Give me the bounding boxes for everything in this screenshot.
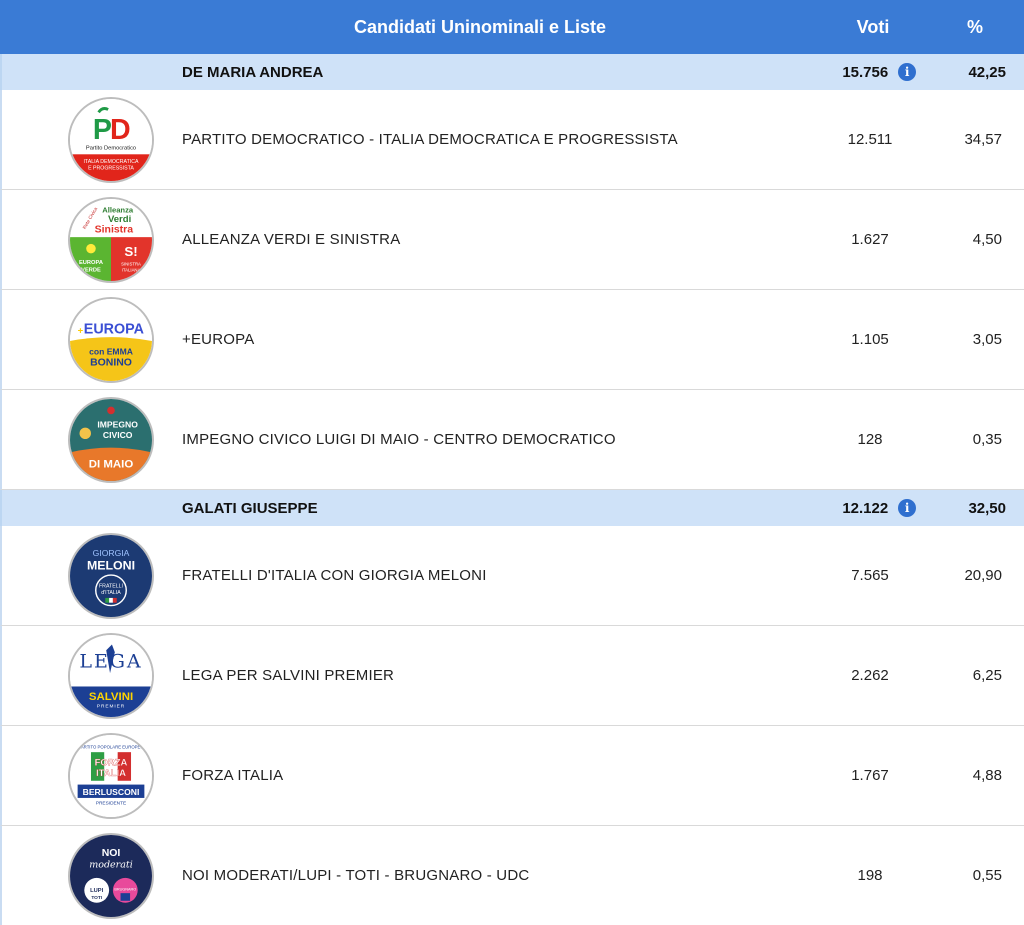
pd-logo-icon: P D Partito Democratico ITALIA DEMOCRATI… (68, 96, 154, 183)
list-percent: 0,35 (972, 431, 1002, 448)
list-percent: 0,55 (972, 867, 1002, 884)
svg-text:P: P (93, 114, 112, 146)
list-row: GIORGIA MELONI FRATELLI d'ITALIA FRATELL… (0, 526, 1024, 626)
list-name: FORZA ITALIA (182, 767, 284, 784)
list-row: NOI moderati LUPI TOTI BRUGNARO NOI MODE… (0, 826, 1024, 925)
svg-text:IMPEGNO: IMPEGNO (97, 419, 138, 429)
svg-text:BONINO: BONINO (90, 357, 132, 368)
candidate-row: GALATI GIUSEPPE 12.122 i 32,50 (0, 490, 1024, 526)
svg-text:con EMMA: con EMMA (89, 346, 133, 356)
list-row: + EUROPA con EMMA BONINO +EUROPA 1.105 3… (0, 290, 1024, 390)
svg-text:NOI: NOI (102, 847, 121, 858)
list-percent: 20,90 (964, 567, 1002, 584)
svg-text:+: + (78, 325, 84, 336)
table-header: Candidati Uninominali e Liste Voti % (0, 0, 1024, 54)
svg-text:moderati: moderati (89, 859, 133, 870)
svg-text:Verdi: Verdi (108, 213, 131, 224)
svg-text:Partito Democratico: Partito Democratico (86, 145, 136, 151)
svg-text:SALVINI: SALVINI (89, 690, 133, 702)
svg-text:ITALIA: ITALIA (96, 768, 126, 779)
list-votes: 1.627 (851, 231, 889, 248)
avs-logo-icon: Alleanza Verdi Sinistra Rete Civica S! E… (68, 196, 154, 283)
list-votes: 198 (857, 867, 883, 884)
svg-text:D: D (110, 114, 131, 146)
svg-text:ITALIA DEMOCRATICA: ITALIA DEMOCRATICA (83, 158, 139, 164)
svg-text:GIORGIA: GIORGIA (93, 547, 130, 557)
piu-europa-logo-icon: + EUROPA con EMMA BONINO (68, 296, 154, 383)
list-percent: 4,88 (972, 767, 1002, 784)
forza-italia-logo-icon: PARTITO POPOLARE EUROPEO FORZA ITALIA BE… (68, 732, 154, 819)
noi-moderati-logo-icon: NOI moderati LUPI TOTI BRUGNARO (68, 832, 154, 919)
list-name: ALLEANZA VERDI E SINISTRA (182, 231, 401, 248)
info-icon[interactable]: i (898, 63, 917, 81)
impegno-civico-logo-icon: IMPEGNO CIVICO DI MAIO (68, 396, 154, 483)
svg-text:FRATELLI: FRATELLI (99, 583, 123, 589)
list-votes: 128 (857, 431, 883, 448)
list-name: FRATELLI D'ITALIA CON GIORGIA MELONI (182, 567, 487, 584)
svg-text:d'ITALIA: d'ITALIA (101, 590, 121, 596)
svg-text:CIVICO: CIVICO (103, 430, 133, 440)
svg-text:PARTITO POPOLARE EUROPEO: PARTITO POPOLARE EUROPEO (78, 744, 144, 749)
svg-text:SINISTRA: SINISTRA (121, 261, 141, 266)
svg-text:FORZA: FORZA (95, 757, 128, 768)
svg-text:EUROPA: EUROPA (84, 321, 144, 337)
candidate-votes: 15.756 (842, 63, 889, 81)
list-name: PARTITO DEMOCRATICO - ITALIA DEMOCRATICA… (182, 131, 678, 148)
list-row: LEGA SALVINI PREMIER LEGA PER SALVINI PR… (0, 626, 1024, 726)
candidate-row: DE MARIA ANDREA 15.756 i 42,25 (0, 54, 1024, 90)
list-percent: 4,50 (972, 231, 1002, 248)
list-name: IMPEGNO CIVICO LUIGI DI MAIO - CENTRO DE… (182, 431, 616, 448)
header-title: Candidati Uninominali e Liste (353, 16, 607, 37)
list-row: P D Partito Democratico ITALIA DEMOCRATI… (0, 90, 1024, 190)
lega-logo-icon: LEGA SALVINI PREMIER (68, 632, 154, 719)
info-icon[interactable]: i (898, 499, 917, 517)
svg-text:PRESIDENTE: PRESIDENTE (96, 800, 126, 806)
svg-text:PREMIER: PREMIER (97, 703, 125, 709)
svg-text:MELONI: MELONI (87, 558, 135, 572)
results-table: Candidati Uninominali e Liste Voti % DE … (0, 0, 1024, 925)
candidate-votes: 12.122 (842, 499, 889, 517)
candidate-name: GALATI GIUSEPPE (182, 499, 318, 517)
header-votes: Voti (856, 16, 890, 37)
list-votes: 1.105 (851, 331, 889, 348)
list-name: +EUROPA (182, 331, 255, 348)
list-percent: 3,05 (972, 331, 1002, 348)
svg-text:BRUGNARO: BRUGNARO (114, 887, 136, 891)
svg-text:TOTI: TOTI (91, 894, 102, 900)
svg-text:ITALIANA: ITALIANA (122, 267, 141, 272)
svg-text:S!: S! (124, 244, 137, 259)
list-percent: 34,57 (964, 131, 1002, 148)
fdi-logo-icon: GIORGIA MELONI FRATELLI d'ITALIA (68, 532, 154, 619)
list-name: NOI MODERATI/LUPI - TOTI - BRUGNARO - UD… (182, 867, 530, 884)
svg-text:E PROGRESSISTA: E PROGRESSISTA (88, 165, 134, 171)
list-votes: 7.565 (851, 567, 889, 584)
svg-text:DI MAIO: DI MAIO (89, 458, 134, 470)
candidate-name: DE MARIA ANDREA (182, 63, 324, 81)
candidate-percent: 42,25 (968, 63, 1006, 81)
list-percent: 6,25 (972, 667, 1002, 684)
header-percent: % (966, 16, 983, 37)
svg-text:EUROPA: EUROPA (79, 259, 103, 265)
svg-text:Sinistra: Sinistra (95, 224, 134, 235)
list-row: IMPEGNO CIVICO DI MAIO IMPEGNO CIVICO LU… (0, 390, 1024, 490)
svg-text:VERDE: VERDE (81, 267, 101, 273)
list-row: PARTITO POPOLARE EUROPEO FORZA ITALIA BE… (0, 726, 1024, 826)
list-votes: 2.262 (851, 667, 889, 684)
list-votes: 12.511 (847, 131, 893, 148)
list-name: LEGA PER SALVINI PREMIER (182, 667, 395, 684)
svg-text:LUPI: LUPI (90, 888, 103, 894)
list-votes: 1.767 (851, 767, 889, 784)
candidate-percent: 32,50 (968, 499, 1006, 517)
svg-text:BERLUSCONI: BERLUSCONI (83, 787, 140, 797)
list-row: Alleanza Verdi Sinistra Rete Civica S! E… (0, 190, 1024, 290)
